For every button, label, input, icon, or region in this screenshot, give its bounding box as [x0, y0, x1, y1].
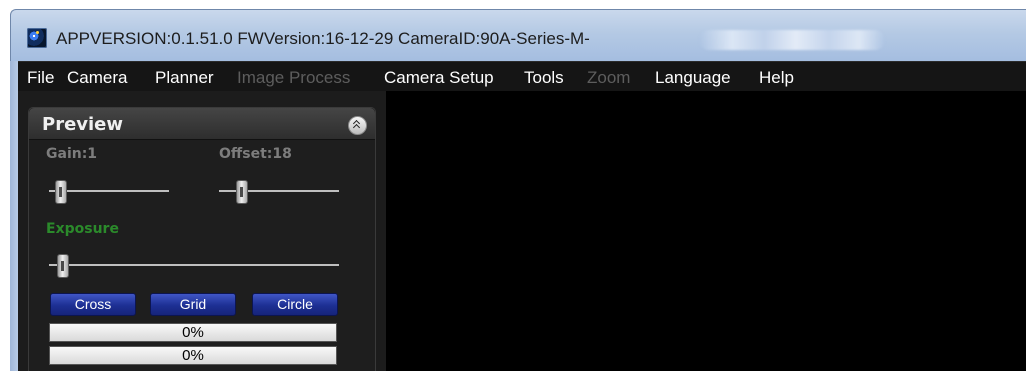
- redacted-camera-id: [699, 30, 885, 50]
- double-chevron-up-icon[interactable]: [348, 116, 367, 135]
- preview-panel: Preview Gain:1 Offset:18 Exposure Cross …: [28, 107, 376, 371]
- menu-planner[interactable]: Planner: [155, 68, 214, 88]
- progress-bar-text: 0%: [182, 324, 204, 341]
- exposure-slider-track: [49, 264, 339, 266]
- menu-zoom[interactable]: Zoom: [587, 68, 630, 88]
- menu-camera-setup[interactable]: Camera Setup: [384, 68, 494, 88]
- progress-bar-text: 0%: [182, 347, 204, 364]
- offset-slider-thumb[interactable]: [235, 180, 248, 204]
- gain-label: Gain:1: [46, 146, 98, 162]
- progress-bar: 0%: [49, 323, 337, 342]
- menu-tools[interactable]: Tools: [524, 68, 564, 88]
- menu-image-process[interactable]: Image Process: [237, 68, 350, 88]
- menu-language[interactable]: Language: [655, 68, 731, 88]
- cross-button[interactable]: Cross: [50, 293, 136, 316]
- preview-panel-header[interactable]: Preview: [29, 108, 375, 140]
- gain-slider-track: [49, 190, 169, 192]
- window-frame-left: [10, 61, 18, 371]
- astro-app-icon[interactable]: [27, 28, 47, 48]
- preview-viewport[interactable]: [386, 91, 1026, 371]
- title-bar[interactable]: APPVERSION:0.1.51.0 FWVersion:16-12-29 C…: [10, 9, 1026, 62]
- exposure-slider[interactable]: [49, 254, 339, 278]
- menu-file[interactable]: File: [27, 68, 54, 88]
- offset-label: Offset:18: [219, 146, 292, 162]
- menu-bar: File Camera Planner Image Process Camera…: [18, 61, 1026, 92]
- circle-button[interactable]: Circle: [252, 293, 338, 316]
- preview-panel-title: Preview: [42, 114, 124, 135]
- menu-camera[interactable]: Camera: [67, 68, 127, 88]
- gain-slider-thumb[interactable]: [54, 180, 67, 204]
- offset-slider[interactable]: [219, 180, 339, 204]
- window-title: APPVERSION:0.1.51.0 FWVersion:16-12-29 C…: [56, 29, 590, 48]
- exposure-label: Exposure: [46, 221, 119, 237]
- progress-bar: 0%: [49, 346, 337, 365]
- menu-help[interactable]: Help: [759, 68, 794, 88]
- gain-slider[interactable]: [49, 180, 169, 204]
- app-window: APPVERSION:0.1.51.0 FWVersion:16-12-29 C…: [0, 0, 1026, 371]
- exposure-slider-thumb[interactable]: [57, 254, 70, 278]
- grid-button[interactable]: Grid: [150, 293, 236, 316]
